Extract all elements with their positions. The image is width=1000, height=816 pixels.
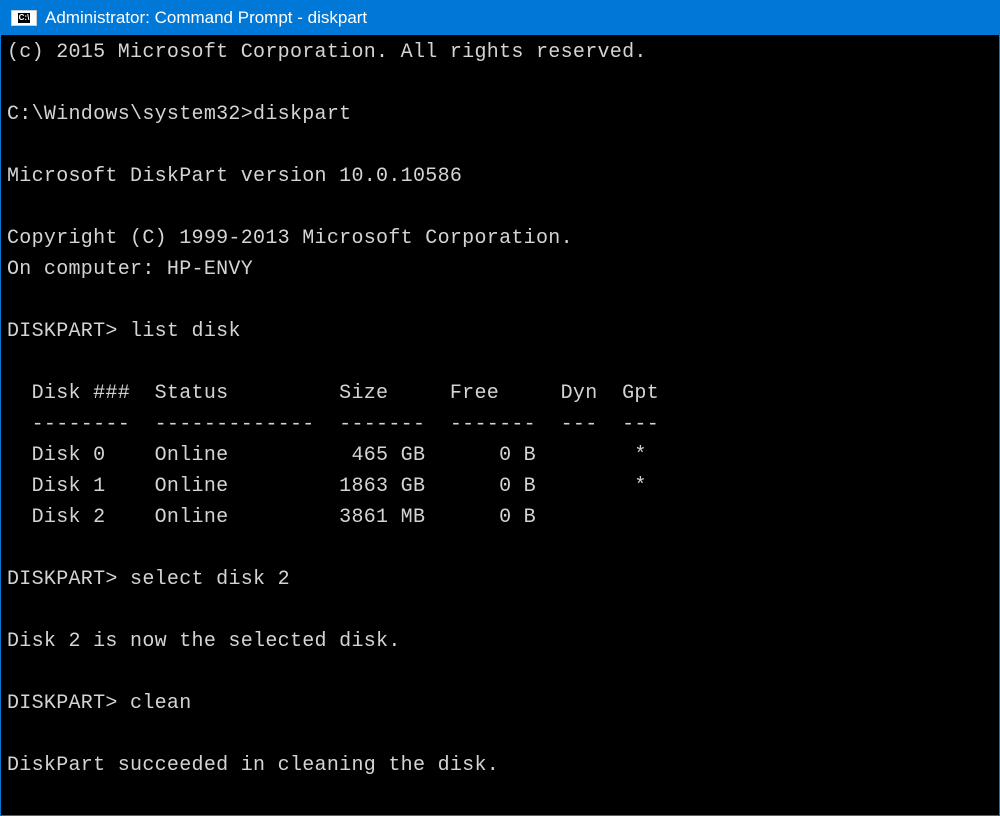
disk-table-header: Disk ### Status Size Free Dyn Gpt xyxy=(7,382,659,405)
cmd-select-disk: select disk 2 xyxy=(130,568,290,591)
cmd-diskpart: diskpart xyxy=(253,103,351,126)
cmd-icon: C:\ xyxy=(11,10,37,26)
disk-row-0: Disk 0 Online 465 GB 0 B * xyxy=(7,444,647,467)
disk-row-2: Disk 2 Online 3861 MB 0 B xyxy=(7,506,536,529)
cmd-clean: clean xyxy=(130,692,192,715)
select-result: Disk 2 is now the selected disk. xyxy=(7,630,401,653)
cmd-list-disk: list disk xyxy=(130,320,241,343)
diskpart-prompt: DISKPART> xyxy=(7,320,118,343)
computer-line: On computer: HP-ENVY xyxy=(7,258,253,281)
terminal-output[interactable]: (c) 2015 Microsoft Corporation. All righ… xyxy=(1,35,999,815)
titlebar[interactable]: C:\ Administrator: Command Prompt - disk… xyxy=(1,1,999,35)
diskpart-copyright: Copyright (C) 1999-2013 Microsoft Corpor… xyxy=(7,227,573,250)
clean-result: DiskPart succeeded in cleaning the disk. xyxy=(7,754,499,777)
prompt-path: C:\Windows\system32> xyxy=(7,103,253,126)
disk-row-1: Disk 1 Online 1863 GB 0 B * xyxy=(7,475,647,498)
diskpart-prompt: DISKPART> xyxy=(7,692,118,715)
cmd-icon-text: C:\ xyxy=(18,13,31,23)
diskpart-version: Microsoft DiskPart version 10.0.10586 xyxy=(7,165,462,188)
command-prompt-window: C:\ Administrator: Command Prompt - disk… xyxy=(0,0,1000,816)
copyright-line: (c) 2015 Microsoft Corporation. All righ… xyxy=(7,41,647,64)
window-title: Administrator: Command Prompt - diskpart xyxy=(45,8,367,28)
disk-table-divider: -------- ------------- ------- ------- -… xyxy=(7,413,659,436)
diskpart-prompt: DISKPART> xyxy=(7,568,118,591)
